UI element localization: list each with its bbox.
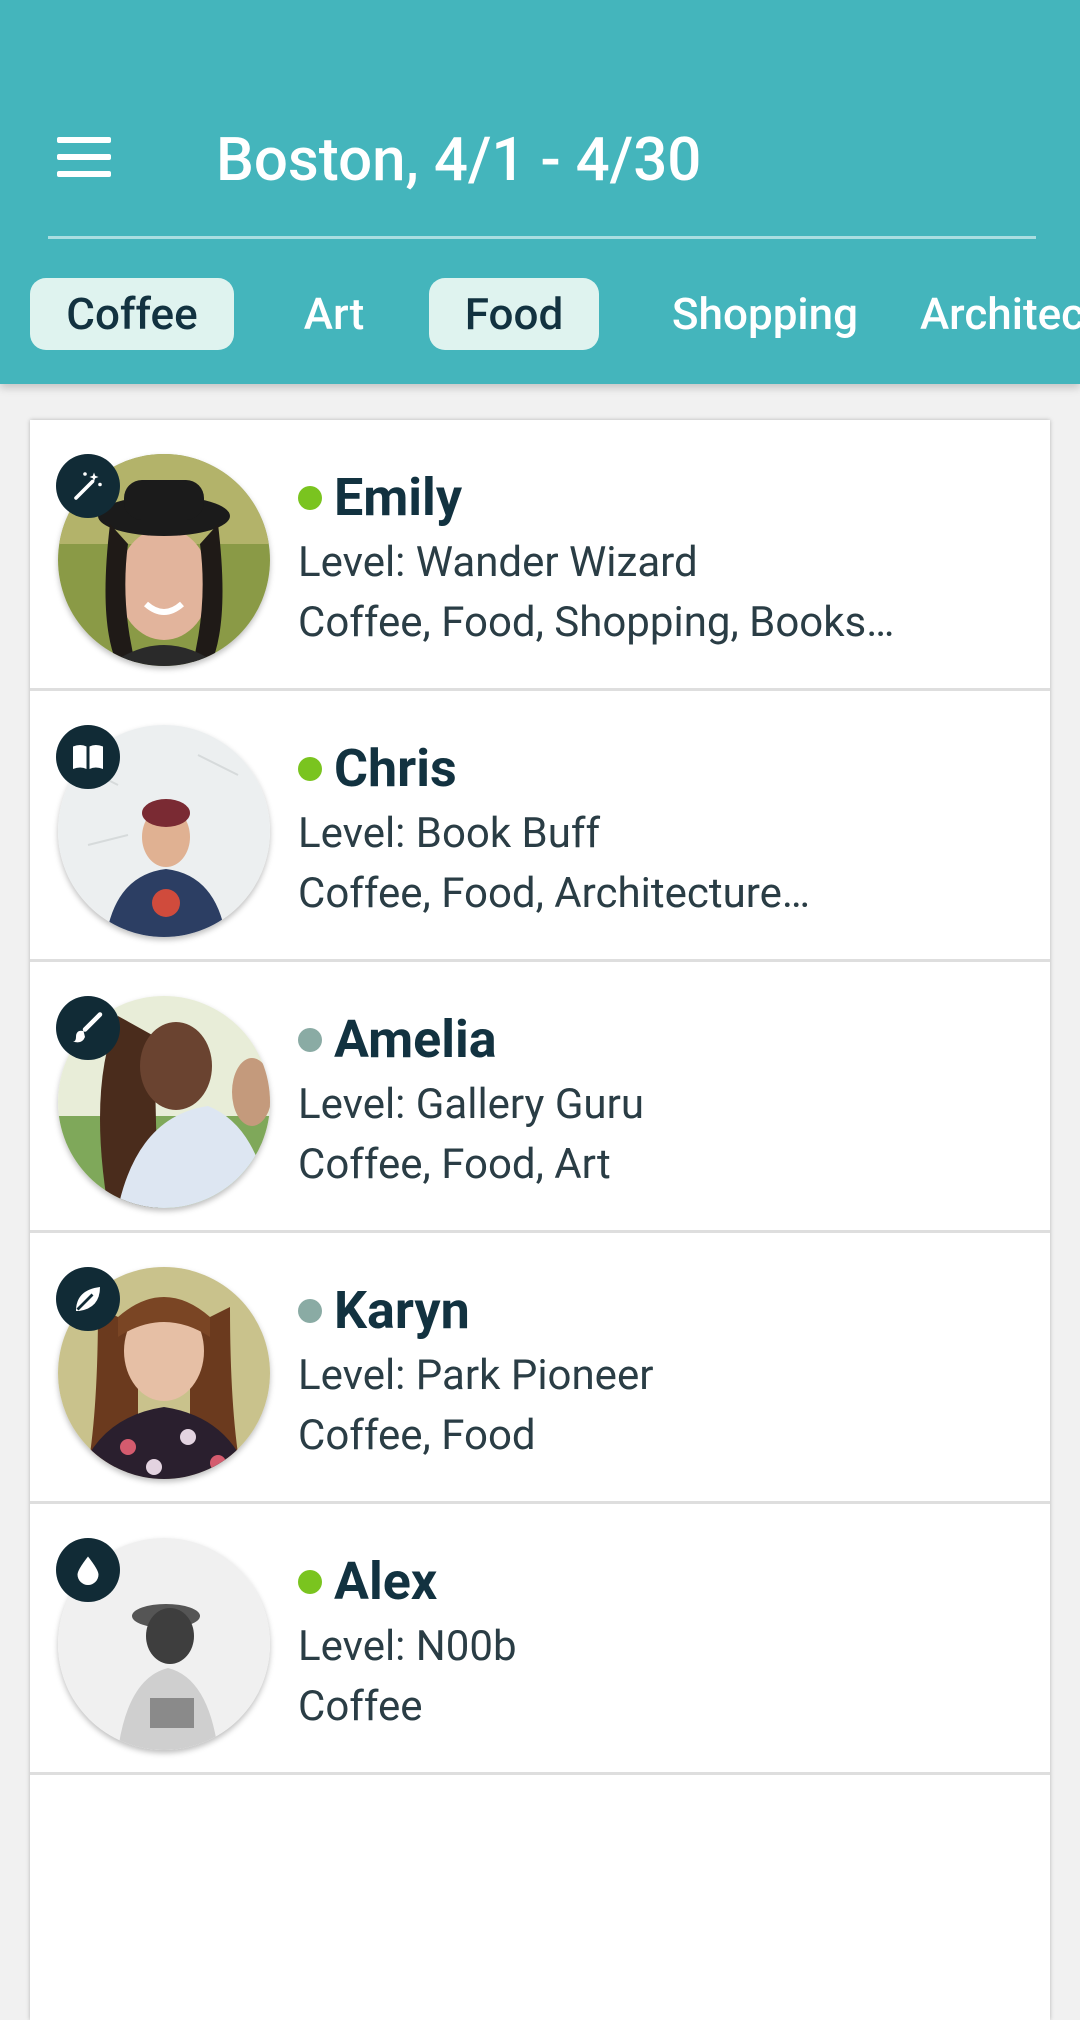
online-status-dot — [298, 1570, 322, 1594]
person-interests: Coffee, Food, Shopping, Books… — [298, 598, 895, 647]
person-name: Emily — [334, 467, 462, 528]
paintbrush-icon — [56, 996, 120, 1060]
tab-architecture[interactable]: Architecture — [920, 278, 1080, 350]
open-book-icon — [56, 725, 120, 789]
list-item[interactable]: Amelia Level: Gallery Guru Coffee, Food,… — [30, 962, 1050, 1233]
droplet-icon — [56, 1538, 120, 1602]
person-interests: Coffee, Food, Architecture… — [298, 869, 810, 918]
tab-shopping[interactable]: Shopping — [650, 278, 880, 350]
tab-coffee[interactable]: Coffee — [30, 278, 234, 350]
person-name: Amelia — [334, 1009, 497, 1070]
person-level: Level: Gallery Guru — [298, 1080, 644, 1129]
tab-food[interactable]: Food — [429, 278, 599, 350]
leaf-icon — [56, 1267, 120, 1331]
person-interests: Coffee, Food — [298, 1411, 536, 1460]
person-level: Level: Park Pioneer — [298, 1351, 654, 1400]
person-interests: Coffee — [298, 1682, 423, 1731]
category-tabs: Coffee Art Food Shopping Architecture — [0, 278, 1080, 350]
online-status-dot — [298, 757, 322, 781]
online-status-dot — [298, 486, 322, 510]
list-item[interactable]: Karyn Level: Park Pioneer Coffee, Food — [30, 1233, 1050, 1504]
magic-wand-icon — [56, 454, 120, 518]
tab-art[interactable]: Art — [280, 278, 388, 350]
person-interests: Coffee, Food, Art — [298, 1140, 611, 1189]
offline-status-dot — [298, 1299, 322, 1323]
person-name: Chris — [334, 738, 457, 799]
offline-status-dot — [298, 1028, 322, 1052]
person-level: Level: Wander Wizard — [298, 538, 698, 587]
person-name: Karyn — [334, 1280, 470, 1341]
list-item[interactable]: Chris Level: Book Buff Coffee, Food, Arc… — [30, 691, 1050, 962]
hamburger-menu-icon[interactable] — [42, 122, 126, 192]
page-title: Boston, 4/1 - 4/30 — [216, 124, 702, 195]
person-name: Alex — [334, 1551, 438, 1612]
person-level: Level: Book Buff — [298, 809, 601, 858]
people-list: Emily Level: Wander Wizard Coffee, Food,… — [30, 420, 1050, 2020]
list-item[interactable]: Emily Level: Wander Wizard Coffee, Food,… — [30, 420, 1050, 691]
list-item[interactable]: Alex Level: N00b Coffee — [30, 1504, 1050, 1775]
person-level: Level: N00b — [298, 1622, 517, 1671]
app-bar: Boston, 4/1 - 4/30 Coffee Art Food Shopp… — [0, 0, 1080, 384]
header-divider — [48, 236, 1036, 239]
